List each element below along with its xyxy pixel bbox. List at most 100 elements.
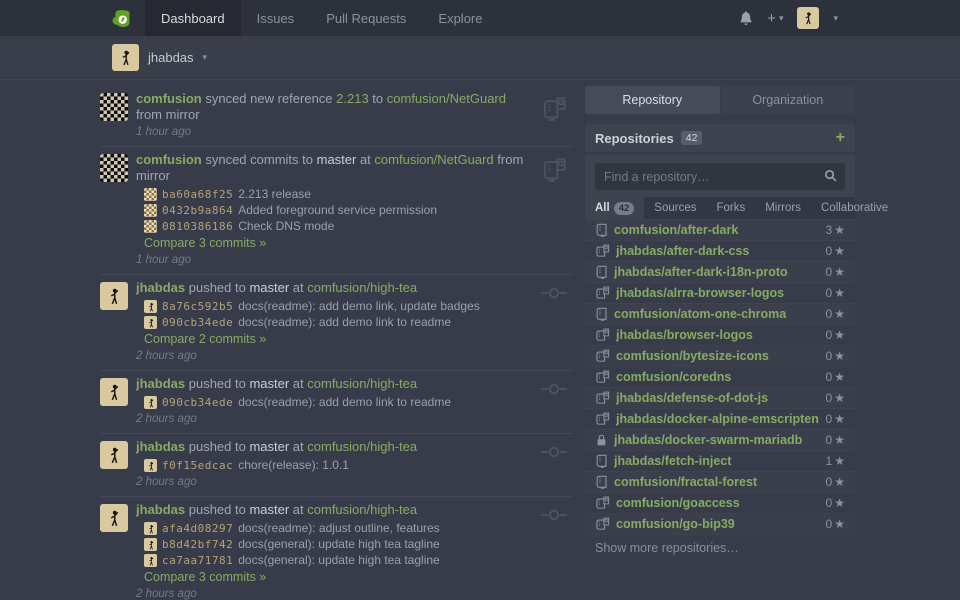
commit-sha-link[interactable]: afa4d08297	[162, 521, 233, 536]
panel-tab-organization[interactable]: Organization	[721, 86, 856, 114]
repo-star-count: 0★	[826, 517, 845, 531]
repo-name-link[interactable]: comfusion/fractal-forest	[614, 475, 826, 489]
repo-list-item[interactable]: jhabdas/defense-of-dot-js0★	[585, 387, 855, 408]
repo-list-item[interactable]: comfusion/goaccess0★	[585, 492, 855, 513]
star-icon: ★	[834, 433, 845, 447]
commit-sha-link[interactable]: 8a76c592b5	[162, 299, 233, 314]
repo-list-item[interactable]: jhabdas/alrra-browser-logos0★	[585, 282, 855, 303]
repo-name-link[interactable]: jhabdas/docker-swarm-mariadb	[614, 433, 826, 447]
user-avatar[interactable]	[797, 7, 819, 29]
repo-name-link[interactable]: jhabdas/fetch-inject	[614, 454, 826, 468]
commit-sha-link[interactable]: ba60a68f25	[162, 187, 233, 202]
actor-avatar[interactable]	[100, 441, 128, 469]
repo-icon	[595, 475, 608, 489]
branch-link[interactable]: master	[249, 439, 289, 454]
repo-name-link[interactable]: jhabdas/after-dark-i18n-proto	[614, 265, 826, 279]
repo-list-item[interactable]: comfusion/atom-one-chroma0★	[585, 303, 855, 324]
create-new-button[interactable]: +▾	[767, 10, 783, 27]
user-link[interactable]: jhabdas	[136, 439, 185, 454]
repo-list-item[interactable]: jhabdas/after-dark-i18n-proto0★	[585, 261, 855, 282]
user-link[interactable]: comfusion	[136, 91, 202, 106]
repo-list-item[interactable]: jhabdas/fetch-inject1★	[585, 450, 855, 471]
show-more-repositories-link[interactable]: Show more repositories…	[585, 534, 855, 561]
user-link[interactable]: comfusion	[136, 152, 202, 167]
repo-name-link[interactable]: jhabdas/defense-of-dot-js	[616, 391, 826, 405]
repo-name-link[interactable]: comfusion/after-dark	[614, 223, 826, 237]
repo-icon	[595, 223, 608, 237]
repo-list-item[interactable]: jhabdas/after-dark-css0★	[585, 240, 855, 261]
commit-sha-link[interactable]: 090cb34ede	[162, 315, 233, 330]
gitea-logo-icon[interactable]	[112, 0, 131, 36]
context-chevron-down-icon[interactable]: ▾	[203, 52, 208, 63]
feed-text: at	[356, 152, 374, 167]
repo-name-link[interactable]: comfusion/go-bip39	[616, 517, 826, 531]
filter-tab-collaborative[interactable]: Collaborative	[811, 197, 898, 219]
filter-tab-mirrors[interactable]: Mirrors	[755, 197, 811, 219]
chevron-down-icon: ▾	[779, 13, 784, 24]
filter-tab-sources[interactable]: Sources	[644, 197, 706, 219]
nav-item-issues[interactable]: Issues	[241, 0, 311, 36]
commit-sha-link[interactable]: b8d42bf742	[162, 537, 233, 552]
commit-sha-link[interactable]: 0810386186	[162, 219, 233, 234]
filter-tab-forks[interactable]: Forks	[706, 197, 755, 219]
new-repository-plus-button[interactable]: +	[836, 130, 845, 146]
repo-list-item[interactable]: jhabdas/docker-swarm-mariadb0★	[585, 429, 855, 450]
repo-link[interactable]: comfusion/high-tea	[307, 439, 417, 454]
repo-link[interactable]: comfusion/high-tea	[307, 502, 417, 517]
repo-name-link[interactable]: jhabdas/browser-logos	[616, 328, 826, 342]
user-menu-chevron-down-icon[interactable]: ▾	[833, 13, 838, 24]
repo-list-item[interactable]: jhabdas/browser-logos0★	[585, 324, 855, 345]
repo-name-link[interactable]: jhabdas/after-dark-css	[616, 244, 826, 258]
branch-link[interactable]: master	[249, 376, 289, 391]
commit-sha-link[interactable]: f0f15edcac	[162, 458, 233, 473]
actor-avatar[interactable]	[100, 93, 128, 121]
repo-link[interactable]: comfusion/high-tea	[307, 376, 417, 391]
star-count: 0	[826, 517, 833, 531]
panel-tab-repository[interactable]: Repository	[585, 86, 720, 114]
repo-name-link[interactable]: comfusion/bytesize-icons	[616, 349, 826, 363]
repo-name-link[interactable]: jhabdas/docker-alpine-emscripten	[616, 412, 826, 426]
actor-avatar[interactable]	[100, 154, 128, 182]
feed-item-body: jhabdas pushed to master at comfusion/hi…	[136, 439, 573, 489]
branch-link[interactable]: master	[249, 502, 289, 517]
actor-avatar[interactable]	[100, 282, 128, 310]
user-link[interactable]: jhabdas	[136, 502, 185, 517]
repo-link[interactable]: comfusion/high-tea	[307, 280, 417, 295]
search-icon[interactable]	[824, 169, 837, 185]
repo-list-item[interactable]: comfusion/go-bip390★	[585, 513, 855, 534]
actor-avatar[interactable]	[100, 504, 128, 532]
notifications-bell-icon[interactable]	[739, 11, 753, 25]
commit-sha-link[interactable]: 090cb34ede	[162, 395, 233, 410]
repo-name-link[interactable]: comfusion/atom-one-chroma	[614, 307, 826, 321]
user-link[interactable]: jhabdas	[136, 280, 185, 295]
filter-tab-all[interactable]: All42	[585, 197, 644, 219]
context-user-avatar[interactable]	[112, 44, 139, 71]
context-username[interactable]: jhabdas	[148, 50, 194, 65]
nav-item-pull-requests[interactable]: Pull Requests	[310, 0, 422, 36]
repo-list-item[interactable]: jhabdas/docker-alpine-emscripten0★	[585, 408, 855, 429]
repo-list-item[interactable]: comfusion/fractal-forest0★	[585, 471, 855, 492]
repo-list-item[interactable]: comfusion/after-dark3★	[585, 219, 855, 240]
repo-name-link[interactable]: comfusion/goaccess	[616, 496, 826, 510]
compare-commits-link[interactable]: Compare 3 commits »	[144, 235, 529, 251]
repo-list-item[interactable]: comfusion/bytesize-icons0★	[585, 345, 855, 366]
commit-sha-link[interactable]: 0432b9a864	[162, 203, 233, 218]
nav-item-dashboard[interactable]: Dashboard	[145, 0, 241, 36]
actor-avatar[interactable]	[100, 378, 128, 406]
repo-name-link[interactable]: comfusion/coredns	[616, 370, 826, 384]
repo-name-link[interactable]: jhabdas/alrra-browser-logos	[616, 286, 826, 300]
branch-link[interactable]: master	[249, 280, 289, 295]
ref-link[interactable]: 2.213	[336, 91, 369, 106]
repo-search-input[interactable]	[595, 163, 845, 190]
commit-sha-link[interactable]: ca7aa71781	[162, 553, 233, 568]
repo-link[interactable]: comfusion/NetGuard	[374, 152, 493, 167]
repo-list-item[interactable]: comfusion/coredns0★	[585, 366, 855, 387]
nav-item-explore[interactable]: Explore	[422, 0, 498, 36]
compare-commits-link[interactable]: Compare 2 commits »	[144, 331, 529, 347]
repo-link[interactable]: comfusion/NetGuard	[387, 91, 506, 106]
compare-commits-link[interactable]: Compare 3 commits »	[144, 569, 529, 585]
feed-text: pushed to	[185, 376, 249, 391]
feed-item-timestamp: 2 hours ago	[136, 476, 529, 489]
user-link[interactable]: jhabdas	[136, 376, 185, 391]
branch-link[interactable]: master	[317, 152, 357, 167]
